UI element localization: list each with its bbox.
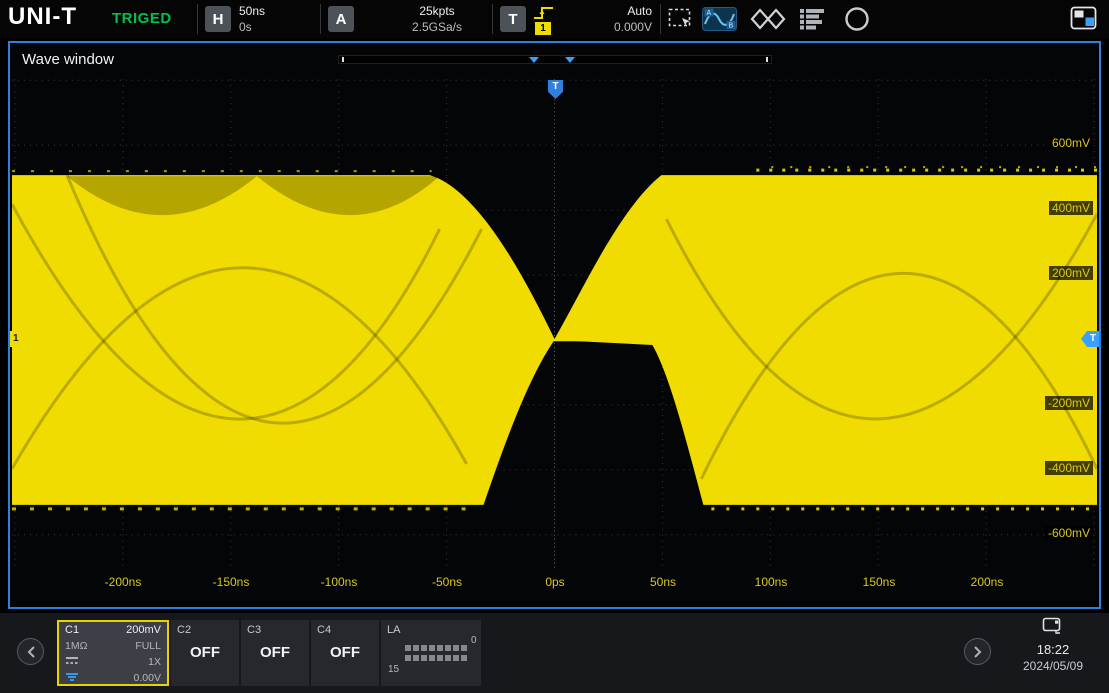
channel-state: OFF (171, 644, 239, 661)
la-bit-high: 0 (471, 635, 477, 646)
clock-time: 18:22 (1037, 642, 1070, 657)
panel-scroll-right-button[interactable] (964, 638, 991, 665)
la-bit-grid-row-top (405, 638, 469, 644)
divider (660, 4, 661, 34)
wave-window: Wave window T (8, 41, 1101, 609)
la-bit-grid-row-bottom (405, 648, 469, 654)
wave-window-title: Wave window (22, 51, 114, 68)
select-area-icon[interactable] (668, 8, 694, 35)
window-marker-left-icon (529, 57, 539, 63)
wave-compare-ab-icon[interactable]: A B (702, 5, 738, 38)
channel-bandwidth: FULL (135, 639, 161, 653)
trigger-mode-value: Auto (556, 3, 652, 19)
panel-scroll-left-button[interactable] (17, 638, 44, 665)
channel-probe: 1X (148, 655, 161, 669)
trigger-status-badge: TRIGED (112, 10, 172, 27)
time-label: 50ns (650, 575, 676, 589)
time-label: 200ns (971, 575, 1004, 589)
horizontal-delay-value: 0s (239, 19, 265, 35)
voltage-label: -400mV (1045, 461, 1093, 475)
channel-scale: 200mV (126, 623, 161, 637)
time-label: -50ns (432, 575, 462, 589)
voltage-label: 600mV (1049, 136, 1093, 150)
graticule-and-waveform (12, 79, 1097, 571)
waveform-trace (12, 167, 1097, 509)
xy-weave-icon[interactable] (750, 8, 786, 35)
svg-text:A: A (707, 10, 712, 17)
time-axis-labels: -200ns -150ns -100ns -50ns 0ps 50ns 100n… (10, 575, 1099, 591)
bottom-channel-bar: C1 200mV 1MΩ FULL 1X (0, 613, 1109, 693)
ground-icon (65, 671, 79, 685)
plot-area[interactable] (12, 79, 1097, 571)
voltage-label: 400mV (1049, 201, 1093, 215)
acquire-menu-button[interactable]: A (328, 6, 354, 32)
circle-icon[interactable] (844, 6, 870, 37)
horizontal-position-scrollbar[interactable] (338, 55, 772, 64)
clock-block: 18:22 2024/05/09 (1003, 617, 1103, 673)
chevron-right-icon (973, 645, 983, 659)
channel-c4-panel[interactable]: C4 OFF (311, 620, 379, 686)
channel-impedance: 1MΩ (65, 639, 87, 653)
voltage-label: -600mV (1045, 526, 1093, 540)
brand-logo: UNI-T (8, 3, 77, 31)
channel-c2-panel[interactable]: C2 OFF (171, 620, 239, 686)
top-status-bar: UNI-T TRIGED H 50ns 0s A 25kpts 2.5GSa/s… (0, 0, 1109, 38)
logic-analyzer-panel[interactable]: LA 0 15 (381, 620, 481, 686)
la-bit-low: 15 (388, 664, 399, 675)
window-layout-icon[interactable] (1070, 6, 1098, 37)
time-label: 0ps (545, 575, 564, 589)
chevron-left-icon (26, 645, 36, 659)
channel-label: C2 (177, 624, 191, 636)
la-label: LA (387, 624, 400, 636)
channel-state: OFF (311, 644, 379, 661)
voltage-label: -200mV (1045, 396, 1093, 410)
time-label: -100ns (321, 575, 358, 589)
time-label: -150ns (213, 575, 250, 589)
dc-coupling-icon (65, 655, 79, 669)
trigger-menu-button[interactable]: T (500, 6, 526, 32)
divider (320, 4, 321, 34)
acquire-readout: 25kpts 2.5GSa/s (378, 3, 496, 35)
channel-label: C4 (317, 624, 331, 636)
divider (492, 4, 493, 34)
sample-rate-value: 2.5GSa/s (378, 19, 496, 35)
channel-c1-panel[interactable]: C1 200mV 1MΩ FULL 1X (57, 620, 169, 686)
measure-list-icon[interactable] (800, 8, 826, 35)
channel-offset: 0.00V (134, 671, 161, 685)
trigger-readout: Auto 0.000V (556, 3, 652, 35)
time-label: 100ns (755, 575, 788, 589)
time-label: -200ns (105, 575, 142, 589)
clock-date: 2024/05/09 (1023, 659, 1083, 673)
time-label: 150ns (863, 575, 896, 589)
timebase-value: 50ns (239, 3, 265, 19)
svg-text:B: B (729, 23, 734, 30)
scrollbar-left-cap (342, 57, 344, 62)
scrollbar-right-cap (766, 57, 768, 62)
trigger-level-value: 0.000V (556, 19, 652, 35)
channel-label: C1 (65, 623, 79, 637)
horizontal-menu-button[interactable]: H (205, 6, 231, 32)
horizontal-readout: 50ns 0s (239, 3, 265, 35)
memory-depth-value: 25kpts (378, 3, 496, 19)
channel-label: C3 (247, 624, 261, 636)
divider (197, 4, 198, 34)
voltage-label: 200mV (1049, 266, 1093, 280)
trigger-source-badge[interactable]: 1 (535, 22, 551, 35)
display-icon[interactable] (1042, 617, 1064, 640)
oscilloscope-screen: UNI-T TRIGED H 50ns 0s A 25kpts 2.5GSa/s… (0, 0, 1109, 693)
channel-state: OFF (241, 644, 309, 661)
window-marker-right-icon (565, 57, 575, 63)
channel-c3-panel[interactable]: C3 OFF (241, 620, 309, 686)
